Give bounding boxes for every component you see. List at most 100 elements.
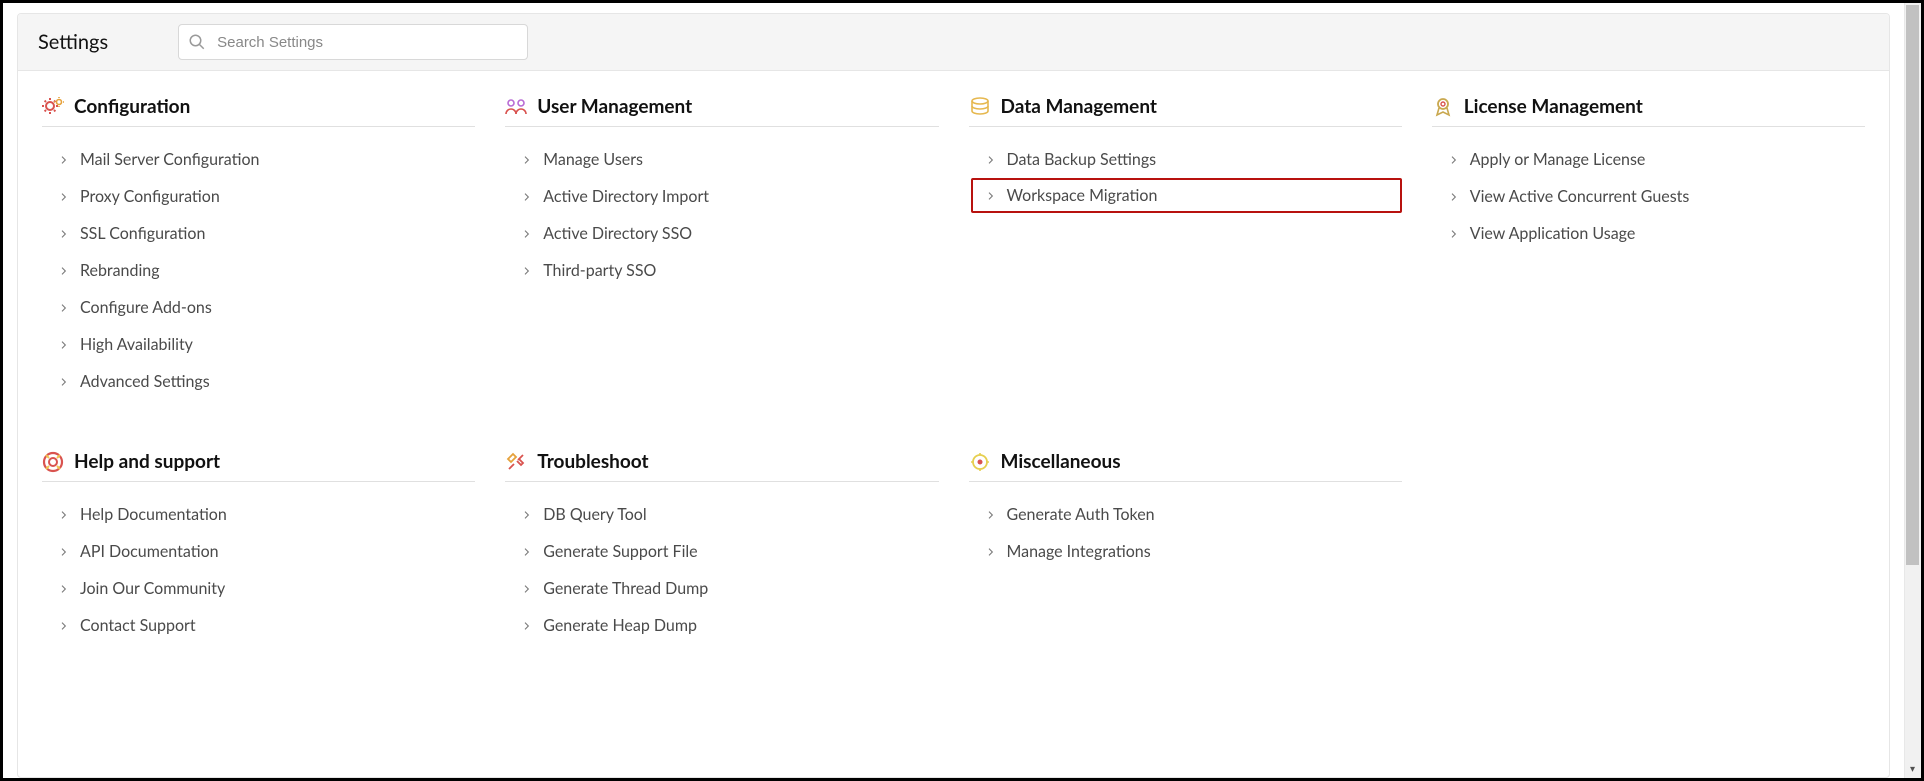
settings-link-label: Active Directory SSO: [543, 224, 692, 243]
section-title: Data Management: [1001, 95, 1157, 118]
section-title: Help and support: [74, 450, 220, 473]
settings-link-license-management-0[interactable]: Apply or Manage License: [1432, 141, 1865, 178]
chevron-right-icon: [987, 192, 995, 200]
settings-link-label: SSL Configuration: [80, 224, 205, 243]
settings-link-miscellaneous-1[interactable]: Manage Integrations: [969, 533, 1402, 570]
settings-link-configuration-1[interactable]: Proxy Configuration: [42, 178, 475, 215]
settings-link-label: Generate Heap Dump: [543, 616, 697, 635]
settings-link-label: Active Directory Import: [543, 187, 709, 206]
section-title: User Management: [537, 95, 692, 118]
settings-link-label: Generate Auth Token: [1007, 505, 1155, 524]
chevron-right-icon: [987, 156, 995, 164]
database-icon: [969, 96, 991, 118]
settings-link-user-management-0[interactable]: Manage Users: [505, 141, 938, 178]
section-troubleshoot: Troubleshoot DB Query Tool Generate Suppor…: [505, 450, 938, 644]
app-frame: ▾ Settings Configu: [0, 0, 1924, 781]
content-wrap: Settings Configuration Mail Server Config…: [3, 3, 1904, 778]
chevron-right-icon: [523, 548, 531, 556]
chevron-right-icon: [987, 548, 995, 556]
chevron-right-icon: [523, 585, 531, 593]
tools-icon: [505, 451, 527, 473]
search-input[interactable]: [178, 24, 528, 60]
chevron-right-icon: [60, 548, 68, 556]
settings-link-label: Configure Add-ons: [80, 298, 212, 317]
scrollbar-down-arrow-icon[interactable]: ▾: [1906, 763, 1919, 776]
settings-link-license-management-1[interactable]: View Active Concurrent Guests: [1432, 178, 1865, 215]
chevron-right-icon: [523, 622, 531, 630]
settings-link-label: Data Backup Settings: [1007, 150, 1157, 169]
section-header-data-management: Data Management: [969, 95, 1402, 127]
settings-link-help-support-3[interactable]: Contact Support: [42, 607, 475, 644]
settings-link-data-management-1[interactable]: Workspace Migration: [971, 178, 1402, 213]
settings-link-troubleshoot-1[interactable]: Generate Support File: [505, 533, 938, 570]
section-title: Configuration: [74, 95, 190, 118]
settings-link-configuration-5[interactable]: High Availability: [42, 326, 475, 363]
settings-link-configuration-6[interactable]: Advanced Settings: [42, 363, 475, 400]
settings-link-label: Contact Support: [80, 616, 196, 635]
settings-link-label: Proxy Configuration: [80, 187, 220, 206]
vertical-scrollbar[interactable]: ▾: [1904, 3, 1921, 778]
settings-link-user-management-3[interactable]: Third-party SSO: [505, 252, 938, 289]
settings-link-label: Generate Thread Dump: [543, 579, 708, 598]
chevron-right-icon: [523, 267, 531, 275]
chevron-right-icon: [1450, 193, 1458, 201]
section-list: Manage Users Active Directory Import Activ…: [505, 141, 938, 289]
section-header-troubleshoot: Troubleshoot: [505, 450, 938, 482]
chevron-right-icon: [60, 511, 68, 519]
gears-icon: [42, 96, 64, 118]
scrollbar-thumb[interactable]: [1906, 5, 1919, 565]
settings-link-user-management-1[interactable]: Active Directory Import: [505, 178, 938, 215]
chevron-right-icon: [987, 511, 995, 519]
chevron-right-icon: [60, 267, 68, 275]
settings-link-label: View Application Usage: [1470, 224, 1636, 243]
settings-link-label: Third-party SSO: [543, 261, 656, 280]
settings-link-label: Mail Server Configuration: [80, 150, 259, 169]
settings-link-label: View Active Concurrent Guests: [1470, 187, 1690, 206]
settings-link-label: Workspace Migration: [1007, 186, 1158, 205]
settings-link-miscellaneous-0[interactable]: Generate Auth Token: [969, 496, 1402, 533]
section-help-support: Help and support Help Documentation API Do…: [42, 450, 475, 644]
settings-link-troubleshoot-2[interactable]: Generate Thread Dump: [505, 570, 938, 607]
settings-link-data-management-0[interactable]: Data Backup Settings: [969, 141, 1402, 178]
settings-link-help-support-1[interactable]: API Documentation: [42, 533, 475, 570]
settings-link-configuration-3[interactable]: Rebranding: [42, 252, 475, 289]
settings-link-label: Rebranding: [80, 261, 160, 280]
settings-link-label: High Availability: [80, 335, 193, 354]
section-license-management: License Management Apply or Manage Licens…: [1432, 95, 1865, 400]
ribbon-icon: [1432, 96, 1454, 118]
section-list: Data Backup Settings Workspace Migration: [969, 141, 1402, 213]
chevron-right-icon: [523, 156, 531, 164]
settings-link-label: Join Our Community: [80, 579, 225, 598]
chevron-right-icon: [60, 622, 68, 630]
settings-link-label: Help Documentation: [80, 505, 227, 524]
settings-link-label: Advanced Settings: [80, 372, 210, 391]
section-list: DB Query Tool Generate Support File Genera…: [505, 496, 938, 644]
chevron-right-icon: [60, 230, 68, 238]
misc-icon: [969, 451, 991, 473]
settings-link-label: API Documentation: [80, 542, 219, 561]
settings-link-troubleshoot-3[interactable]: Generate Heap Dump: [505, 607, 938, 644]
settings-link-configuration-2[interactable]: SSL Configuration: [42, 215, 475, 252]
settings-link-label: Manage Users: [543, 150, 643, 169]
chevron-right-icon: [60, 304, 68, 312]
chevron-right-icon: [60, 378, 68, 386]
search-wrap: [178, 24, 528, 60]
section-user-management: User Management Manage Users Active Direct…: [505, 95, 938, 400]
chevron-right-icon: [60, 193, 68, 201]
page-title: Settings: [38, 30, 108, 54]
settings-link-label: DB Query Tool: [543, 505, 646, 524]
users-icon: [505, 96, 527, 118]
settings-link-user-management-2[interactable]: Active Directory SSO: [505, 215, 938, 252]
lifebuoy-icon: [42, 451, 64, 473]
settings-link-configuration-0[interactable]: Mail Server Configuration: [42, 141, 475, 178]
settings-link-help-support-2[interactable]: Join Our Community: [42, 570, 475, 607]
settings-link-label: Apply or Manage License: [1470, 150, 1646, 169]
chevron-right-icon: [523, 511, 531, 519]
settings-link-troubleshoot-0[interactable]: DB Query Tool: [505, 496, 938, 533]
settings-link-configuration-4[interactable]: Configure Add-ons: [42, 289, 475, 326]
settings-link-license-management-2[interactable]: View Application Usage: [1432, 215, 1865, 252]
settings-link-help-support-0[interactable]: Help Documentation: [42, 496, 475, 533]
section-header-license-management: License Management: [1432, 95, 1865, 127]
settings-grid: Configuration Mail Server Configuration Pr…: [42, 95, 1865, 644]
section-list: Mail Server Configuration Proxy Configura…: [42, 141, 475, 400]
